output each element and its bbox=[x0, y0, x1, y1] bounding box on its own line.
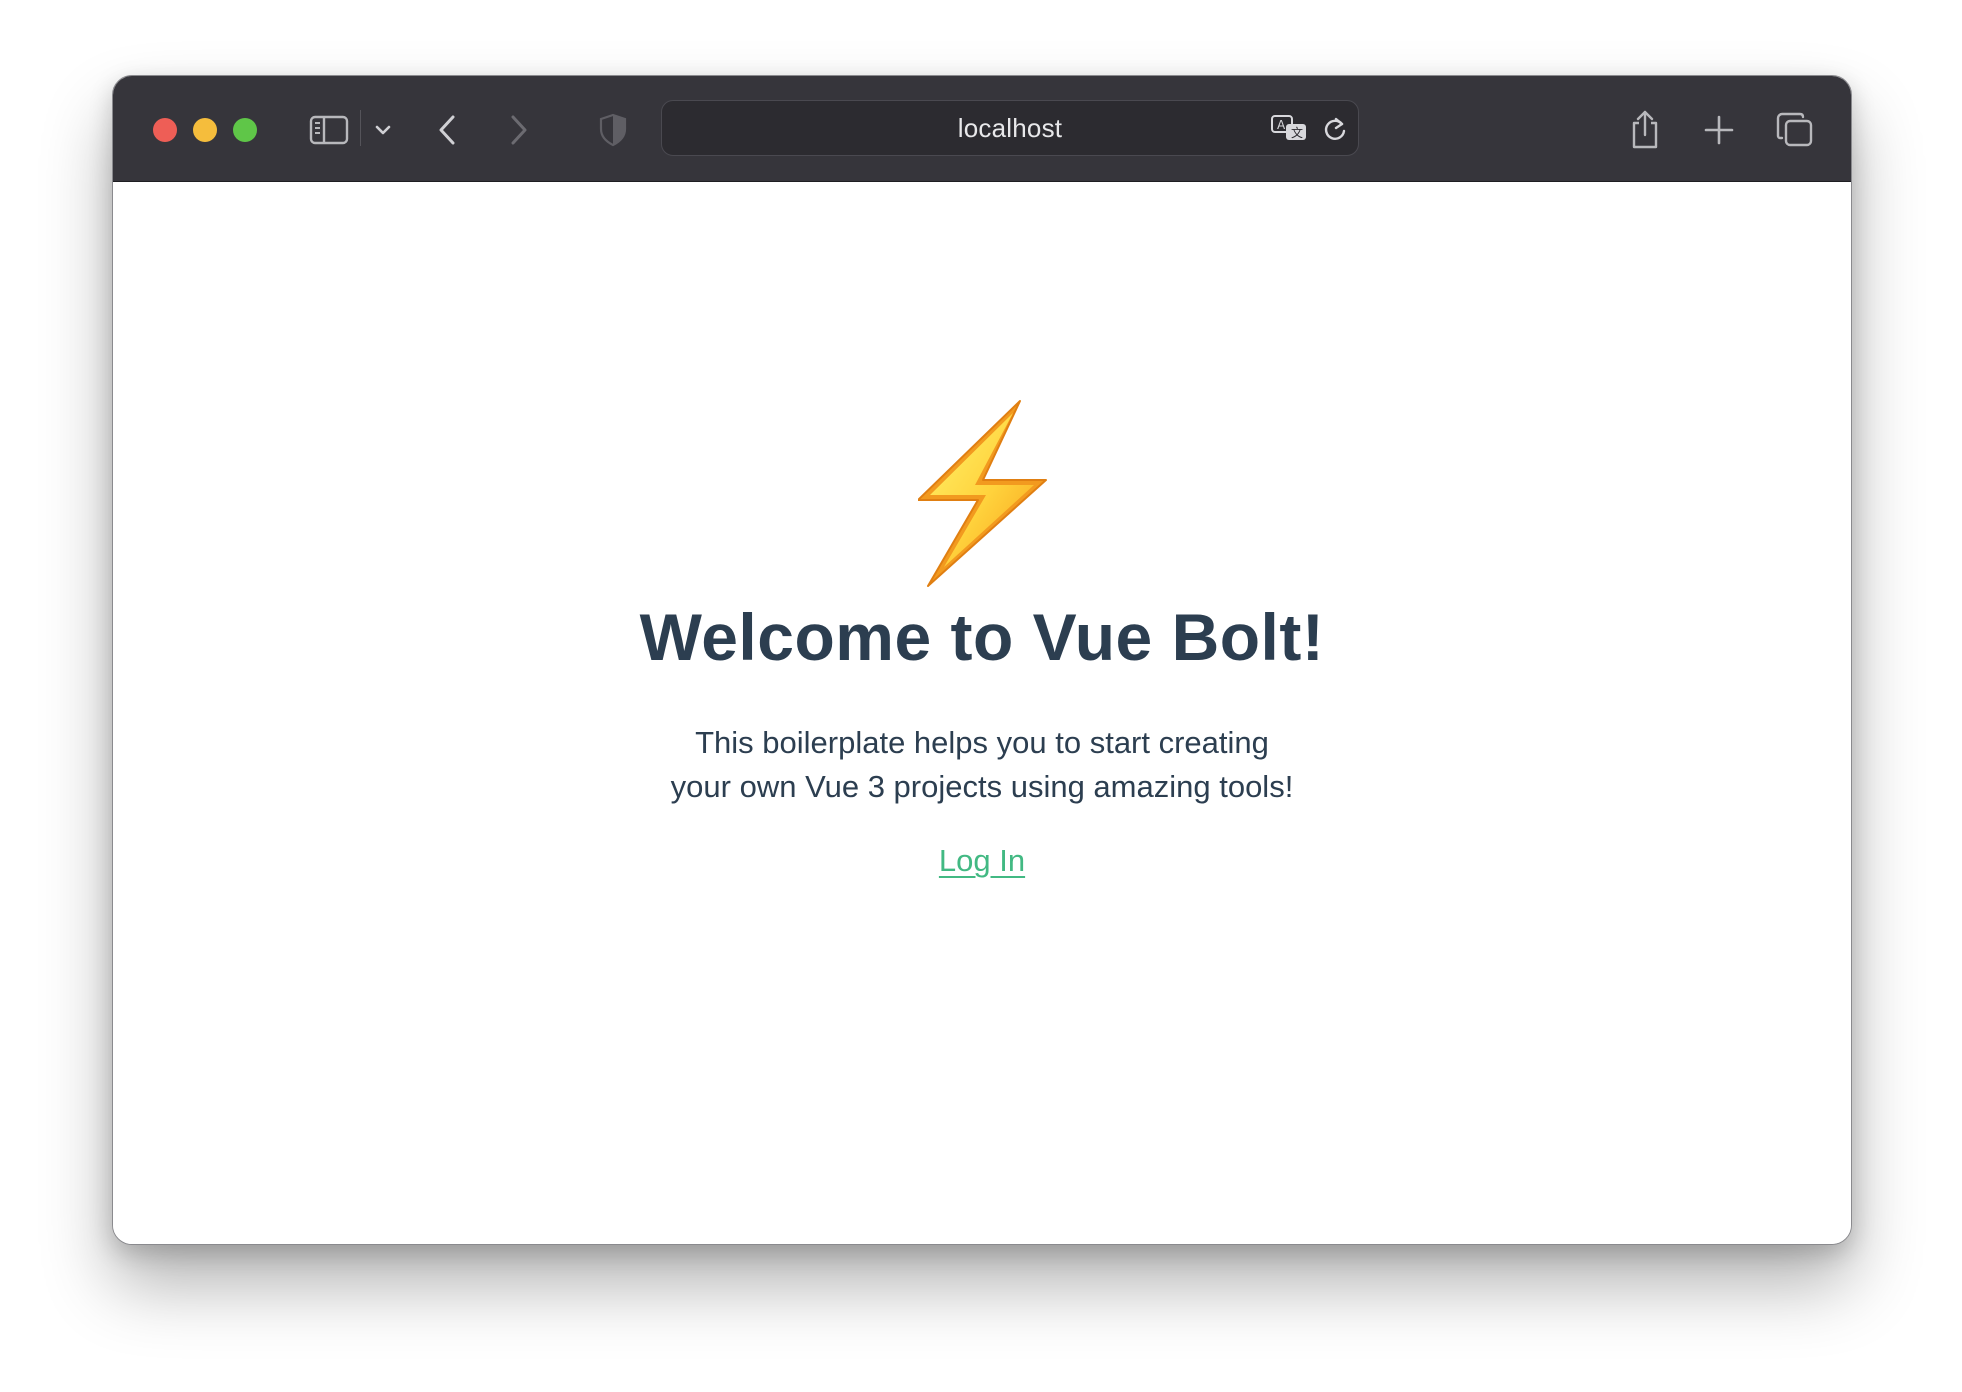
close-window-button[interactable] bbox=[153, 118, 177, 142]
screenshot-stage: localhost A 文 Welcome to Vue Bolt! This … bbox=[0, 0, 1962, 1392]
minimize-window-button[interactable] bbox=[193, 118, 217, 142]
svg-text:文: 文 bbox=[1291, 125, 1303, 140]
tab-overview-icon[interactable] bbox=[1775, 106, 1815, 154]
share-icon[interactable] bbox=[1627, 106, 1663, 154]
chevron-down-icon[interactable] bbox=[371, 106, 395, 154]
privacy-shield-icon[interactable] bbox=[597, 106, 629, 154]
page-description: This boilerplate helps you to start crea… bbox=[633, 721, 1331, 809]
sidebar-icon[interactable] bbox=[307, 106, 351, 154]
translate-icon[interactable]: A 文 bbox=[1270, 111, 1310, 147]
toolbar-divider bbox=[360, 110, 361, 146]
lightning-bolt-icon bbox=[918, 400, 1047, 587]
new-tab-icon[interactable] bbox=[1701, 106, 1737, 154]
forward-icon[interactable] bbox=[503, 106, 535, 154]
back-icon[interactable] bbox=[431, 106, 463, 154]
page-content: Welcome to Vue Bolt! This boilerplate he… bbox=[113, 182, 1851, 1244]
address-bar[interactable]: localhost A 文 bbox=[661, 100, 1359, 156]
address-url[interactable]: localhost bbox=[662, 101, 1358, 157]
page-title: Welcome to Vue Bolt! bbox=[639, 600, 1325, 674]
browser-window: localhost A 文 Welcome to Vue Bolt! This … bbox=[112, 75, 1852, 1245]
browser-toolbar: localhost A 文 bbox=[113, 76, 1851, 182]
reload-icon[interactable] bbox=[1322, 111, 1348, 147]
description-line-2: your own Vue 3 projects using amazing to… bbox=[670, 769, 1294, 804]
zoom-window-button[interactable] bbox=[233, 118, 257, 142]
description-line-1: This boilerplate helps you to start crea… bbox=[695, 725, 1269, 760]
login-link[interactable]: Log In bbox=[939, 843, 1025, 878]
login-container: Log In bbox=[113, 843, 1851, 879]
svg-text:A: A bbox=[1277, 118, 1286, 132]
